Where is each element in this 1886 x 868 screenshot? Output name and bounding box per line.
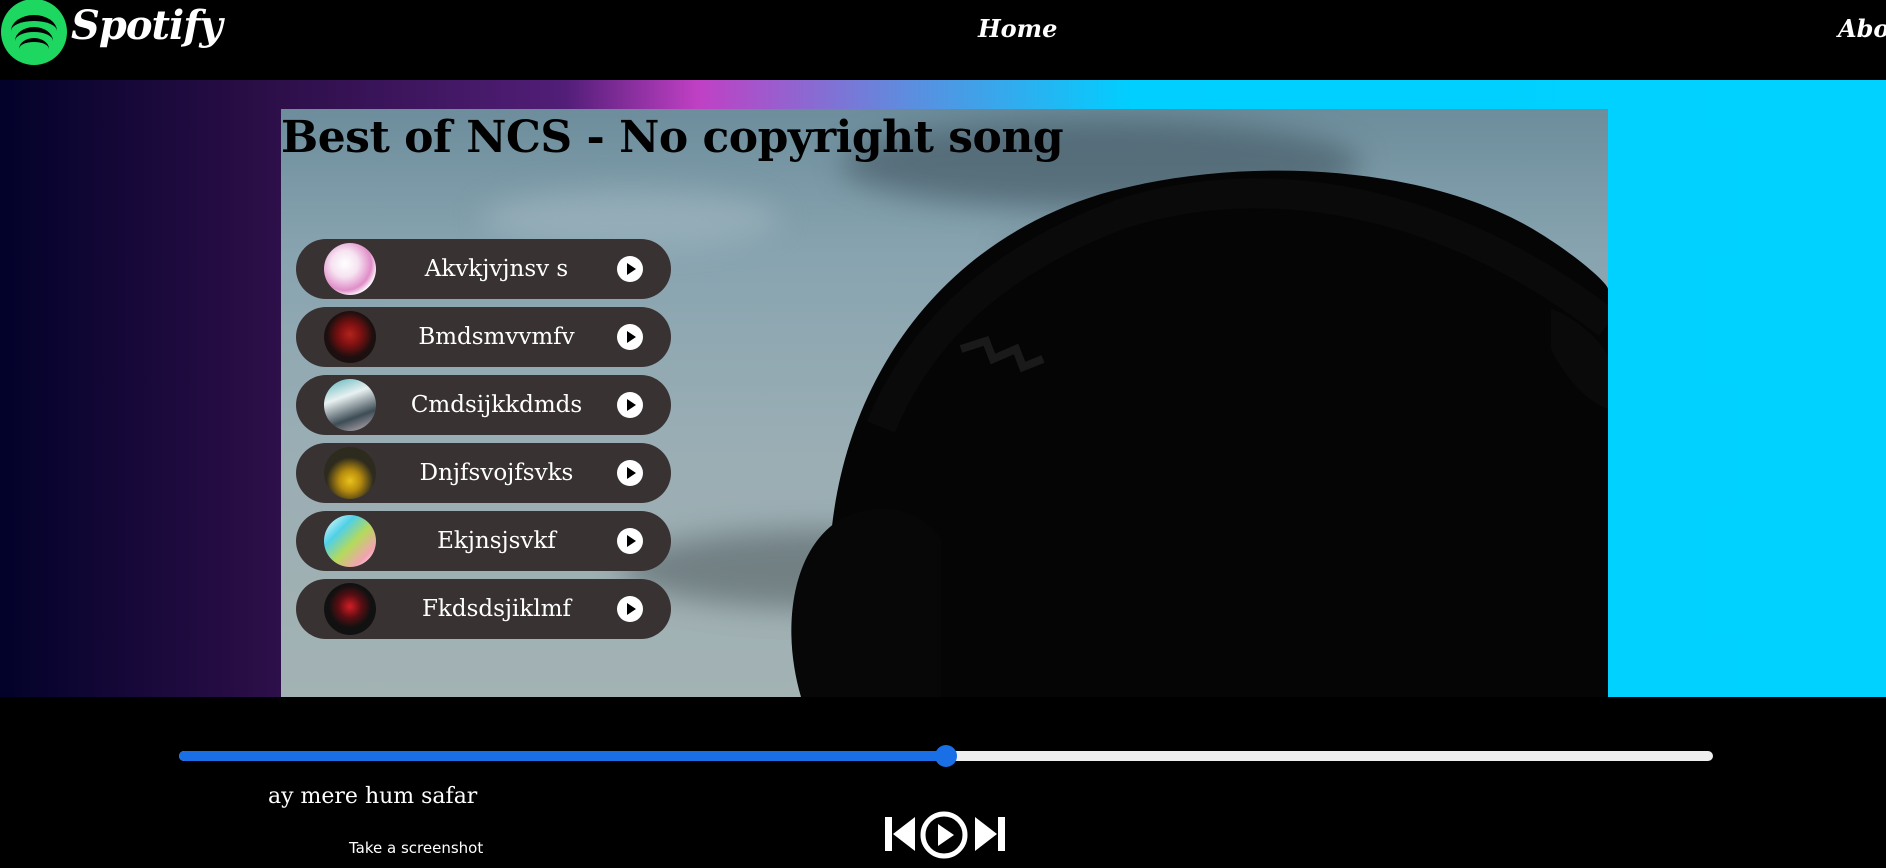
previous-icon[interactable] <box>883 812 917 856</box>
now-playing-title: ay mere hum safar <box>268 784 478 809</box>
play-circle-icon[interactable] <box>617 256 643 282</box>
navbar: Spotify Home About <box>0 0 1886 80</box>
song-cover-4 <box>324 447 376 499</box>
playback-controls <box>883 810 1007 862</box>
song-cover-1 <box>324 243 376 295</box>
song-cover-2 <box>324 311 376 363</box>
song-cover-5 <box>324 515 376 567</box>
song-name: Bmdsmvvmfv <box>418 324 575 350</box>
nav-link-home[interactable]: Home <box>978 14 1057 43</box>
song-item-2[interactable]: Bmdsmvvmfv <box>296 307 671 367</box>
next-icon[interactable] <box>973 812 1007 856</box>
song-item-5[interactable]: Ekjnsjsvkf <box>296 511 671 571</box>
play-icon[interactable] <box>919 810 969 860</box>
song-name: Cmdsijkkdmds <box>410 392 583 418</box>
spotify-logo-icon <box>1 0 67 65</box>
song-name: Akvkjvjnsv s <box>424 256 569 282</box>
spotify-logo[interactable]: Spotify <box>0 0 223 65</box>
brand-name: Spotify <box>71 1 223 49</box>
progress-bar[interactable] <box>179 745 1713 767</box>
play-circle-icon[interactable] <box>617 460 643 486</box>
song-item-4[interactable]: Dnjfsvojfsvks <box>296 443 671 503</box>
song-name: Ekjnsjsvkf <box>437 528 556 554</box>
song-name: Fkdsdsjiklmf <box>421 596 572 622</box>
song-item-6[interactable]: Fkdsdsjiklmf <box>296 579 671 639</box>
play-circle-icon[interactable] <box>617 528 643 554</box>
song-cover-6 <box>324 583 376 635</box>
song-item-3[interactable]: Cmdsijkkdmds <box>296 375 671 435</box>
page-title: Best of NCS - No copyright song <box>281 112 1064 163</box>
song-list: Akvkjvjnsv s Bmdsmvvmfv Cmdsijkkdmds Dnj… <box>296 239 671 647</box>
progress-fill <box>179 751 946 761</box>
nav-link-about[interactable]: About <box>1838 14 1886 43</box>
progress-thumb[interactable] <box>935 745 957 767</box>
song-item-1[interactable]: Akvkjvjnsv s <box>296 239 671 299</box>
song-cover-3 <box>324 379 376 431</box>
play-circle-icon[interactable] <box>617 596 643 622</box>
play-circle-icon[interactable] <box>617 324 643 350</box>
song-name: Dnjfsvojfsvks <box>419 460 574 486</box>
play-circle-icon[interactable] <box>617 392 643 418</box>
take-screenshot-link[interactable]: Take a screenshot <box>349 839 483 857</box>
